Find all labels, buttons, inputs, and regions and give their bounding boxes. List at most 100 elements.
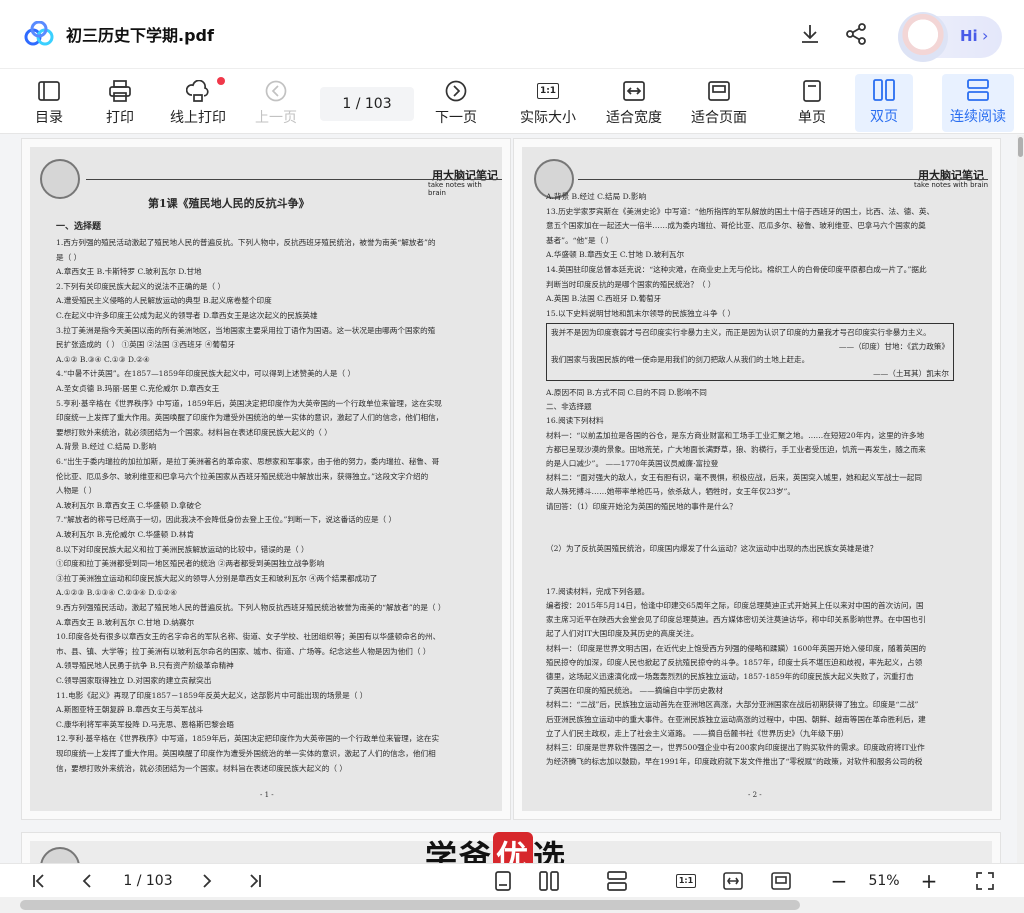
text-line: 材料一：（印度是世界文明古国，在近代史上饱受西方列强的侵略和蹂躏）1600年英国… (546, 643, 927, 653)
pdf-page-1-content: 用大脑记笔记 take notes with brain 第1课《殖民地人民的反… (30, 147, 502, 811)
vertical-scroll-thumb[interactable] (1018, 137, 1023, 157)
continuous-read-icon (607, 871, 627, 891)
continuous-small-button[interactable] (606, 870, 628, 892)
next-circle-icon (444, 79, 468, 103)
online-print-label: 线上打印 (170, 110, 226, 126)
document-viewer[interactable]: 用大脑记笔记 take notes with brain 第1课《殖民地人民的反… (0, 135, 1024, 863)
actual-size-small-glyph: 1:1 (675, 874, 697, 888)
text-line: 我并不是因为印度衰弱才号召印度实行非暴力主义，而正是因为认识了印度的力量我才号召… (551, 328, 931, 337)
text-line: 判断当时印度反抗的是哪个国家的殖民统治？（ ） (546, 279, 716, 289)
fit-page-label: 适合页面 (691, 110, 747, 126)
fit-width-small-button[interactable] (722, 870, 744, 892)
single-page-small-button[interactable] (492, 870, 514, 892)
actual-size-small-button[interactable]: 1:1 (674, 870, 698, 892)
brand-seal-icon (40, 847, 80, 863)
last-page-button[interactable] (244, 870, 266, 892)
first-page-icon (33, 874, 44, 888)
text-line: 4.“中暑不计英国”。在1857—1859年印度民族大起义中，可以得到上述赞美的… (56, 369, 356, 379)
chevron-left-icon (82, 874, 91, 888)
share-icon[interactable] (842, 20, 870, 48)
fullscreen-button[interactable] (974, 870, 996, 892)
prev-page-button[interactable]: 上一页 (252, 75, 300, 131)
text-line: 印度统一上发挥了重大作用。英国唤醒了印度作为遭受外国统治的单一实体的意识，激起了… (56, 413, 444, 423)
download-icon[interactable] (796, 20, 824, 48)
pdf-page-2-content: 用大脑记笔记 take notes with brain A.背景 B.经过 C… (522, 147, 992, 811)
double-page-label: 双页 (870, 109, 898, 125)
text-line: A.英国 B.法国 C.西班牙 D.葡萄牙 (546, 294, 662, 304)
cloud-print-icon (186, 79, 210, 103)
catalog-label: 目录 (35, 110, 63, 126)
double-page-button[interactable]: 双页 (855, 74, 913, 132)
toolbar: 目录 打印 线上打印 上一页 1 / 103 下一页 1:1 实际大小 适合宽度… (0, 68, 1024, 134)
prev-page-small-button[interactable] (76, 870, 98, 892)
text-line: 敌人殊死搏斗……她带率单枪匹马，依杀敌人，牺牲时，女王年仅23岁”。 (546, 487, 795, 497)
actual-size-icon: 1:1 (536, 79, 560, 103)
text-line: 我们国家与我国民族的唯一使命是用我们的剑刀把敌人从我们的土地上赶走。 (551, 355, 810, 364)
text-line: A.背景 B.经过 C.结局 D.影响 (56, 442, 157, 452)
print-button[interactable]: 打印 (99, 75, 141, 131)
text-line: 起了人们对IT大国印度及其历史的高度关注。 (546, 629, 699, 639)
assistant-avatar (898, 12, 948, 62)
text-line: 11.电影《起义》再现了印度1857－1859年反英大起义，这部影片中可能出现的… (56, 690, 368, 700)
text-line: 家主席习近平在陕西大会堂会见了印度总理莫迪。西方媒体密切关注莫迪访华，称中印关系… (546, 615, 926, 625)
catalog-button[interactable]: 目录 (28, 75, 70, 131)
assistant-hi-button[interactable]: Hi › (898, 12, 1002, 62)
fit-page-button[interactable]: 适合页面 (687, 75, 751, 131)
first-page-button[interactable] (28, 870, 50, 892)
chevron-right-icon: › (982, 26, 989, 45)
text-line: 的是人口减少”。 ——1770年英国议员威廉·富拉登 (546, 459, 719, 468)
double-page-icon (539, 871, 559, 891)
text-line: 16.阅读下列材料 (546, 416, 604, 426)
horizontal-scroll-thumb[interactable] (20, 900, 800, 910)
fullscreen-icon (976, 872, 994, 890)
text-line: A.玻利瓦尔 B.克伦威尔 C.华盛顿 D.林肯 (56, 530, 195, 539)
pdf-page-1: 用大脑记笔记 take notes with brain 第1课《殖民地人民的反… (22, 139, 510, 819)
fit-width-button[interactable]: 适合宽度 (602, 75, 666, 131)
title-bar: 初三历史下学期.pdf Hi › (0, 0, 1024, 68)
next-page-small-button[interactable] (196, 870, 218, 892)
fit-width-icon (723, 872, 743, 890)
text-line: A.原因不同 B.方式不同 C.目的不同 D.影响不同 (546, 388, 707, 397)
double-page-small-button[interactable] (538, 870, 560, 892)
text-line: 9.西方列强殖民活动，激起了殖民地人民的普遍反抗。下列人物反抗西班牙殖民统治被誉… (56, 603, 446, 612)
actual-size-label: 实际大小 (520, 110, 576, 126)
horizontal-scrollbar[interactable] (0, 897, 1024, 913)
text-line: A.章西女王 B.玻利瓦尔 C.甘地 D.纳赛尔 (56, 617, 195, 627)
continuous-read-button[interactable]: 连续阅读 (942, 74, 1014, 132)
catalog-icon (37, 79, 61, 103)
vertical-scrollbar[interactable] (1017, 135, 1024, 863)
text-line: 现印度统一上发挥了重大作用。英国唤醒了印度作为遭受外国统治的单一实体的意识，激起… (56, 749, 436, 758)
next-page-label: 下一页 (435, 110, 477, 126)
single-page-icon (495, 871, 511, 891)
bottom-page-current: 1 (123, 873, 133, 889)
single-page-button[interactable]: 单页 (792, 75, 832, 131)
app-logo-icon (24, 20, 54, 47)
document-title: 初三历史下学期.pdf (66, 26, 214, 45)
quote-box: 我并不是因为印度衰弱才号召印度实行非暴力主义，而正是因为认识了印度的力量我才号召… (546, 323, 954, 381)
next-page-button[interactable]: 下一页 (432, 75, 480, 131)
text-line: 15.以下史料说明甘地和凯末尔领导的民族独立斗争（ ） (546, 308, 736, 318)
text-line: A.领导殖民地人民勇于抗争 B.只有资产阶级革命精神 (56, 661, 234, 671)
text-line: 编者按：2015年5月14日，恰逢中印建交65周年之际，印度总理莫迪正式开始其上… (546, 601, 924, 610)
actual-size-button[interactable]: 1:1 实际大小 (516, 75, 580, 131)
zoom-out-button[interactable]: − (828, 869, 850, 893)
page-number: - 1 - (260, 791, 274, 799)
brand-subtitle: take notes with brain (914, 181, 989, 189)
bottom-page-indicator[interactable]: 1 / 103 (116, 870, 180, 892)
continuous-read-icon (966, 78, 990, 102)
text-line: A.华盛顿 B.章西女王 C.甘地 D.玻利瓦尔 (546, 250, 685, 260)
text-line: 材料二：“面对强大的敌人，女王有胆有识，毫不畏惧，积极应战，后来，英国突入城里，… (546, 473, 922, 483)
text-line: 方都已呈现沙漠的景象。田地荒芜，广大地面长满野草，狼、豹横行，手工业者受压迫，饥… (546, 444, 926, 454)
prev-page-label: 上一页 (255, 110, 297, 126)
page-indicator[interactable]: 1 / 103 (320, 87, 414, 121)
fit-page-small-button[interactable] (770, 870, 792, 892)
brand-subtitle: take notes with brain (428, 181, 482, 197)
text-line: 13.历史学家罗宾斯在《美洲史论》中写道：“他所指挥的军队解放的国土十倍于西班牙… (546, 206, 935, 216)
text-line: 殖民掠夺的加深，印度人民也掀起了反抗殖民掠夺的斗争。1857年，印度士兵不堪压迫… (546, 657, 923, 667)
zoom-in-button[interactable]: + (918, 869, 940, 893)
zoom-level[interactable]: 51% (862, 870, 906, 892)
lesson-title: 第1课《殖民地人民的反抗斗争》 (148, 197, 310, 210)
text-line: A.斯图亚特王朝复辟 B.章西女王与英军战斗 (56, 705, 204, 715)
hi-label: Hi (960, 27, 978, 45)
text-line: 意五个国家加在一起还大一倍半……成为委内瑞拉、哥伦比亚、厄瓜多尔、秘鲁、玻利维亚… (546, 221, 926, 231)
